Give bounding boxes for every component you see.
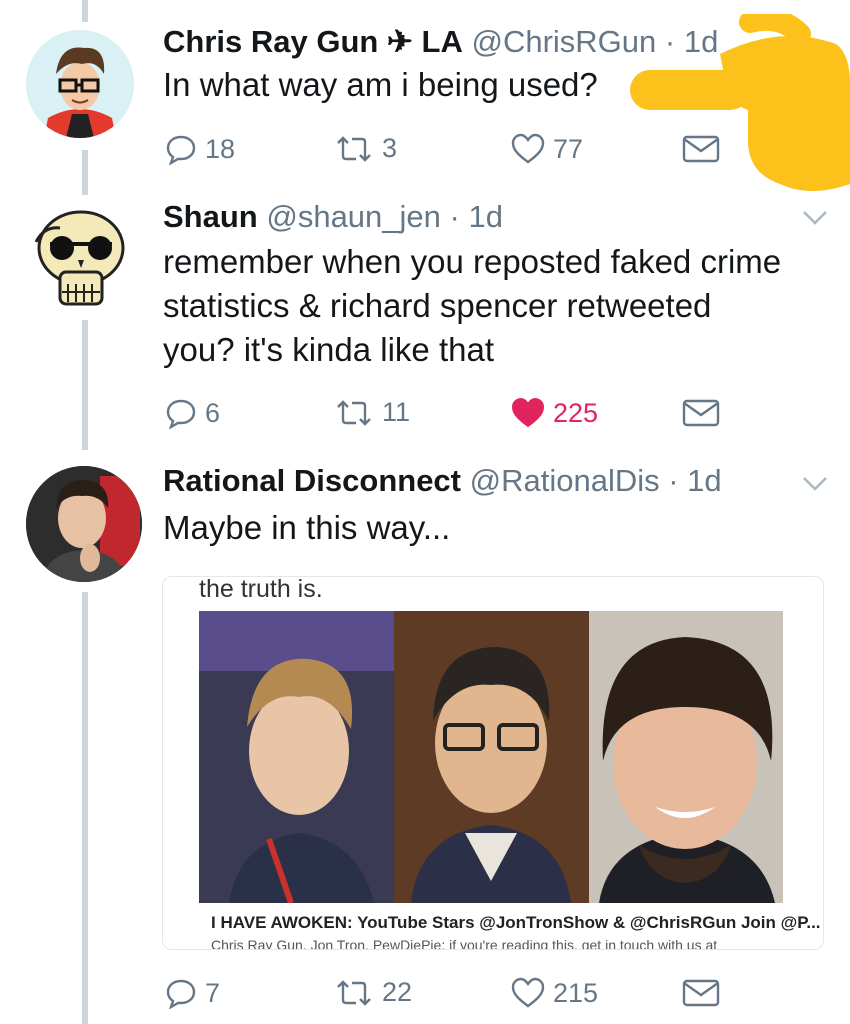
retweet-icon	[337, 135, 371, 162]
avatar[interactable]	[26, 30, 134, 138]
like-button[interactable]: 215	[511, 977, 598, 1009]
timestamp[interactable]: · 1d	[668, 463, 721, 498]
display-name[interactable]: Chris Ray Gun ✈ LA	[163, 24, 463, 59]
display-name[interactable]: Rational Disconnect	[163, 463, 461, 498]
card-headline: I HAVE AWOKEN: YouTube Stars @JonTronSho…	[211, 913, 821, 932]
timestamp[interactable]: · 1d	[450, 199, 503, 234]
handle[interactable]: @ChrisRGun	[471, 24, 656, 59]
reply-count: 7	[205, 977, 221, 1008]
like-count: 215	[553, 977, 599, 1008]
thread-line	[82, 592, 88, 1024]
handle[interactable]: @shaun_jen	[266, 199, 441, 234]
like-count: 77	[553, 133, 584, 164]
like-icon	[511, 397, 545, 428]
tweet-text: remember when you reposted faked crime s…	[163, 243, 782, 368]
tweet-text: In what way am i being used?	[163, 66, 598, 103]
reply-button[interactable]: 7	[165, 977, 220, 1009]
retweet-icon	[337, 399, 371, 426]
dm-icon	[682, 979, 720, 1007]
reply-count: 18	[205, 133, 236, 164]
card-subtext: Chris Ray Gun, Jon Tron, PewDiePie: if y…	[211, 937, 718, 950]
reply-icon	[166, 399, 196, 429]
dm-button[interactable]	[682, 398, 720, 428]
avatar[interactable]	[26, 466, 142, 582]
like-icon	[511, 133, 545, 164]
like-button[interactable]: 225	[511, 397, 598, 429]
avatar[interactable]	[24, 202, 138, 316]
card-image	[199, 611, 783, 903]
reply-button[interactable]: 18	[165, 133, 235, 165]
retweet-count: 22	[382, 977, 413, 1007]
card-top-text: the truth is.	[199, 576, 323, 603]
like-button[interactable]: 77	[511, 133, 583, 165]
thread-line	[82, 0, 88, 22]
reply-icon	[166, 979, 196, 1009]
tweet-header: Shaun @shaun_jen · 1d	[163, 199, 503, 235]
thread-line	[82, 150, 88, 195]
like-count: 225	[553, 397, 599, 428]
pointing-hand-emoji	[630, 14, 850, 191]
chevron-down-icon[interactable]	[802, 476, 828, 492]
link-card[interactable]: the truth is. I HAVE AWOKEN: YouTube Sta…	[162, 576, 824, 950]
reply-button[interactable]: 6	[165, 397, 220, 429]
display-name[interactable]: Shaun	[163, 199, 258, 234]
thread-line	[82, 320, 88, 450]
dm-button[interactable]	[682, 978, 720, 1008]
chevron-down-icon[interactable]	[802, 210, 828, 226]
reply-count: 6	[205, 397, 221, 428]
retweet-count: 3	[382, 133, 398, 163]
like-icon	[511, 977, 545, 1008]
handle[interactable]: @RationalDis	[470, 463, 660, 498]
reply-icon	[166, 135, 196, 165]
tweet-header: Rational Disconnect @RationalDis · 1d	[163, 463, 722, 499]
retweet-button[interactable]: 11	[334, 397, 410, 428]
retweet-button[interactable]: 3	[334, 133, 397, 164]
retweet-button[interactable]: 22	[334, 977, 412, 1008]
dm-icon	[682, 399, 720, 427]
retweet-icon	[337, 979, 371, 1006]
retweet-count: 11	[382, 397, 411, 427]
tweet-text: Maybe in this way...	[163, 509, 451, 546]
